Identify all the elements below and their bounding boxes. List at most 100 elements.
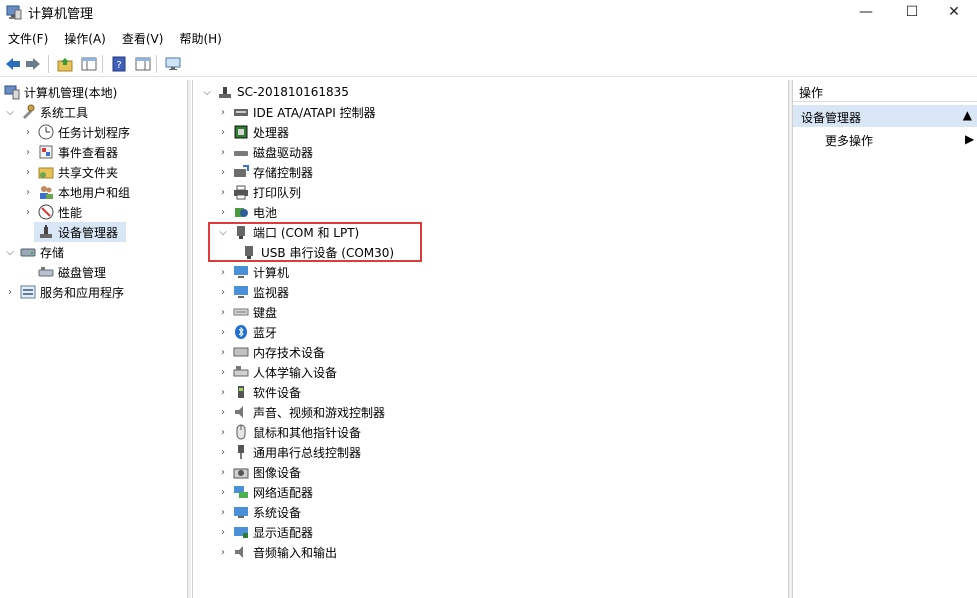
- chevron-right-icon[interactable]: ›: [217, 526, 229, 538]
- chevron-right-icon[interactable]: ›: [22, 126, 34, 138]
- chevron-right-icon[interactable]: ›: [217, 306, 229, 318]
- camera-icon: [233, 464, 249, 480]
- device-category-ide[interactable]: › IDE ATA/ATAPI 控制器: [217, 102, 376, 122]
- device-category-processor[interactable]: › 处理器: [217, 122, 289, 142]
- system-device-icon: [233, 504, 249, 520]
- chevron-right-icon[interactable]: ›: [217, 426, 229, 438]
- help-icon[interactable]: ?: [110, 55, 128, 73]
- chevron-right-icon[interactable]: ›: [22, 166, 34, 178]
- menu-help[interactable]: 帮助(H): [171, 27, 229, 49]
- actions-section-device-manager[interactable]: 设备管理器 ▲: [793, 105, 977, 127]
- tree-item-device-manager[interactable]: 设备管理器: [34, 222, 126, 242]
- more-actions[interactable]: 更多操作 ▶: [825, 132, 974, 149]
- device-category-usb-controllers[interactable]: › 通用串行总线控制器: [217, 442, 361, 462]
- battery-icon: [233, 204, 249, 220]
- device-category-system-devices[interactable]: › 系统设备: [217, 502, 301, 522]
- menu-view[interactable]: 查看(V): [114, 27, 172, 49]
- tree-system-tools[interactable]: ⌵ 系统工具: [4, 102, 88, 122]
- device-tree-computer[interactable]: ⌵ SC-201810161835: [201, 82, 349, 102]
- device-category-batteries[interactable]: › 电池: [217, 202, 277, 222]
- chevron-right-icon[interactable]: ›: [217, 286, 229, 298]
- computer-management-icon: [4, 84, 20, 100]
- memory-icon: [233, 344, 249, 360]
- chevron-right-icon[interactable]: ›: [217, 506, 229, 518]
- chevron-right-icon[interactable]: ›: [217, 186, 229, 198]
- device-category-storage-controllers[interactable]: › 存储控制器: [217, 162, 313, 182]
- forward-arrow-icon[interactable]: [24, 55, 42, 73]
- device-tree-pane: ⌵ SC-201810161835 › IDE ATA/ATAPI 控制器 › …: [192, 80, 789, 598]
- menu-file[interactable]: 文件(F): [0, 27, 56, 49]
- tree-item-performance[interactable]: › 性能: [22, 202, 82, 222]
- clock-icon: [38, 124, 54, 140]
- software-device-icon: [233, 384, 249, 400]
- device-category-sound-video-game[interactable]: › 声音、视频和游戏控制器: [217, 402, 385, 422]
- chevron-right-icon[interactable]: ›: [22, 146, 34, 158]
- tree-storage[interactable]: ⌵ 存储: [4, 242, 64, 262]
- chevron-right-icon[interactable]: ›: [217, 106, 229, 118]
- device-category-imaging[interactable]: › 图像设备: [217, 462, 301, 482]
- chevron-right-icon[interactable]: ›: [22, 186, 34, 198]
- chevron-right-icon[interactable]: ›: [4, 286, 16, 298]
- tree-root[interactable]: 计算机管理(本地): [4, 82, 117, 102]
- device-category-audio-io[interactable]: › 音频输入和输出: [217, 542, 337, 562]
- chevron-right-icon[interactable]: ›: [217, 326, 229, 338]
- device-category-display-adapters[interactable]: › 显示适配器: [217, 522, 313, 542]
- collapse-up-icon[interactable]: ▲: [963, 108, 972, 122]
- left-splitter[interactable]: [188, 80, 191, 598]
- device-category-memory-technology[interactable]: › 内存技术设备: [217, 342, 325, 362]
- chevron-right-icon[interactable]: ›: [217, 266, 229, 278]
- chevron-right-icon[interactable]: ›: [217, 166, 229, 178]
- chevron-right-icon[interactable]: ›: [217, 406, 229, 418]
- device-category-keyboards[interactable]: › 键盘: [217, 302, 277, 322]
- device-category-monitors[interactable]: › 监视器: [217, 282, 289, 302]
- usb-icon: [233, 444, 249, 460]
- tree-item-task-scheduler[interactable]: › 任务计划程序: [22, 122, 130, 142]
- minimize-button[interactable]: —: [843, 0, 889, 24]
- tree-item-disk-management[interactable]: 磁盘管理: [34, 262, 106, 282]
- hid-icon: [233, 364, 249, 380]
- chevron-right-icon[interactable]: ›: [217, 446, 229, 458]
- tree-item-shared-folders[interactable]: › 共享文件夹: [22, 162, 118, 182]
- tree-services-applications[interactable]: › 服务和应用程序: [4, 282, 124, 302]
- chevron-right-icon[interactable]: ›: [217, 466, 229, 478]
- device-category-network-adapters[interactable]: › 网络适配器: [217, 482, 313, 502]
- chevron-right-icon[interactable]: ›: [217, 146, 229, 158]
- chevron-right-icon[interactable]: ›: [217, 486, 229, 498]
- device-category-mice[interactable]: › 鼠标和其他指针设备: [217, 422, 361, 442]
- keyboard-icon: [233, 304, 249, 320]
- tools-icon: [20, 104, 36, 120]
- device-category-print-queues[interactable]: › 打印队列: [217, 182, 301, 202]
- chevron-right-icon[interactable]: ›: [22, 206, 34, 218]
- monitor-icon: [233, 264, 249, 280]
- highlight-box: [208, 222, 422, 262]
- shared-folder-icon: [38, 164, 54, 180]
- device-category-disk-drives[interactable]: › 磁盘驱动器: [217, 142, 313, 162]
- up-folder-icon[interactable]: [56, 55, 74, 73]
- disk-drive-icon: [233, 144, 249, 160]
- chevron-right-icon[interactable]: ›: [217, 386, 229, 398]
- tree-item-local-users[interactable]: › 本地用户和组: [22, 182, 130, 202]
- event-viewer-icon: [38, 144, 54, 160]
- show-hide-action-pane-icon[interactable]: [134, 55, 152, 73]
- chevron-down-icon[interactable]: ⌵: [4, 106, 16, 118]
- bluetooth-icon: [233, 324, 249, 340]
- show-hide-console-tree-icon[interactable]: [80, 55, 98, 73]
- device-category-bluetooth[interactable]: › 蓝牙: [217, 322, 277, 342]
- chevron-down-icon[interactable]: ⌵: [4, 246, 16, 258]
- close-button[interactable]: ✕: [931, 0, 977, 24]
- chevron-right-icon[interactable]: ›: [217, 346, 229, 358]
- device-category-software-devices[interactable]: › 软件设备: [217, 382, 301, 402]
- chevron-right-icon[interactable]: ›: [217, 206, 229, 218]
- chevron-down-icon[interactable]: ⌵: [201, 86, 213, 98]
- back-arrow-icon[interactable]: [4, 55, 22, 73]
- menu-action[interactable]: 操作(A): [56, 27, 114, 49]
- device-category-hid[interactable]: › 人体学输入设备: [217, 362, 337, 382]
- monitor-properties-icon[interactable]: [164, 55, 182, 73]
- maximize-button[interactable]: ☐: [889, 0, 935, 24]
- chevron-right-icon: ▶: [965, 132, 975, 146]
- chevron-right-icon[interactable]: ›: [217, 126, 229, 138]
- chevron-right-icon[interactable]: ›: [217, 366, 229, 378]
- device-category-computer[interactable]: › 计算机: [217, 262, 289, 282]
- tree-item-event-viewer[interactable]: › 事件查看器: [22, 142, 118, 162]
- chevron-right-icon[interactable]: ›: [217, 546, 229, 558]
